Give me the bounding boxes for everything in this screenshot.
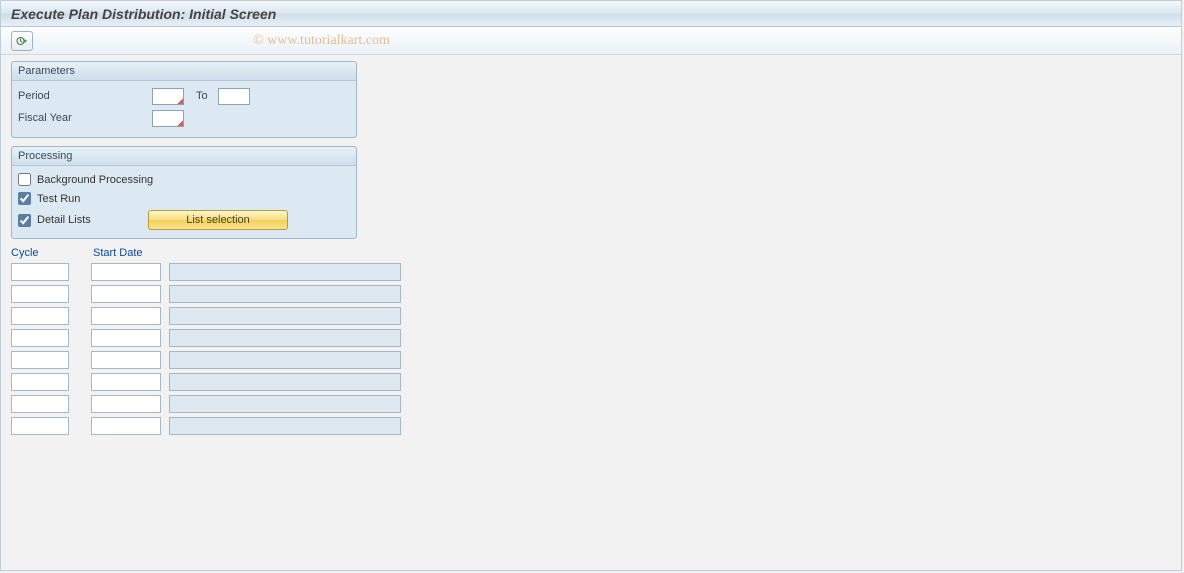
window: Execute Plan Distribution: Initial Scree… bbox=[0, 0, 1182, 571]
processing-header: Processing bbox=[12, 147, 356, 166]
table-header-row: Cycle Start Date bbox=[11, 247, 1171, 259]
period-to-label: To bbox=[196, 90, 208, 102]
cycle-input[interactable] bbox=[11, 351, 69, 369]
description-cell bbox=[169, 373, 401, 391]
clock-execute-icon bbox=[16, 35, 28, 47]
parameters-body: Period To Fiscal Year bbox=[12, 81, 356, 137]
start-date-input[interactable] bbox=[91, 373, 161, 391]
title-bar: Execute Plan Distribution: Initial Scree… bbox=[1, 1, 1181, 27]
table-row bbox=[11, 263, 1171, 281]
description-cell bbox=[169, 329, 401, 347]
start-date-input[interactable] bbox=[91, 263, 161, 281]
description-cell bbox=[169, 307, 401, 325]
table-row bbox=[11, 373, 1171, 391]
description-cell bbox=[169, 395, 401, 413]
content-area: Parameters Period To Fiscal Year Process… bbox=[1, 55, 1181, 445]
period-to-input[interactable] bbox=[218, 88, 250, 105]
start-date-input[interactable] bbox=[91, 395, 161, 413]
parameters-header: Parameters bbox=[12, 62, 356, 81]
detail-lists-checkbox[interactable] bbox=[18, 214, 31, 227]
description-cell bbox=[169, 351, 401, 369]
table-row bbox=[11, 329, 1171, 347]
cycle-input[interactable] bbox=[11, 395, 69, 413]
description-cell bbox=[169, 263, 401, 281]
period-from-input[interactable] bbox=[152, 88, 184, 105]
start-date-input[interactable] bbox=[91, 307, 161, 325]
background-processing-label: Background Processing bbox=[37, 174, 153, 186]
description-cell bbox=[169, 285, 401, 303]
page-title: Execute Plan Distribution: Initial Scree… bbox=[11, 6, 276, 22]
start-date-input[interactable] bbox=[91, 351, 161, 369]
col-header-start-date[interactable]: Start Date bbox=[93, 247, 163, 259]
parameters-group: Parameters Period To Fiscal Year bbox=[11, 61, 357, 138]
table-row bbox=[11, 417, 1171, 435]
cycle-input[interactable] bbox=[11, 263, 69, 281]
toolbar: © www.tutorialkart.com bbox=[1, 27, 1181, 55]
start-date-input[interactable] bbox=[91, 417, 161, 435]
cycle-input[interactable] bbox=[11, 285, 69, 303]
execute-button[interactable] bbox=[11, 31, 33, 51]
start-date-input[interactable] bbox=[91, 329, 161, 347]
cycle-input[interactable] bbox=[11, 417, 69, 435]
cycle-input[interactable] bbox=[11, 307, 69, 325]
detail-lists-label: Detail Lists bbox=[37, 214, 91, 226]
cycle-input[interactable] bbox=[11, 329, 69, 347]
list-selection-button[interactable]: List selection bbox=[148, 210, 288, 230]
processing-group: Processing Background Processing Test Ru… bbox=[11, 146, 357, 239]
test-run-label: Test Run bbox=[37, 193, 80, 205]
background-processing-checkbox[interactable] bbox=[18, 173, 31, 186]
fiscal-year-input[interactable] bbox=[152, 110, 184, 127]
fiscal-year-label: Fiscal Year bbox=[18, 112, 148, 124]
table-row bbox=[11, 395, 1171, 413]
table-row bbox=[11, 285, 1171, 303]
period-label: Period bbox=[18, 90, 148, 102]
test-run-checkbox[interactable] bbox=[18, 192, 31, 205]
table-row bbox=[11, 307, 1171, 325]
table-row bbox=[11, 351, 1171, 369]
description-cell bbox=[169, 417, 401, 435]
cycle-table: Cycle Start Date bbox=[11, 247, 1171, 435]
cycle-input[interactable] bbox=[11, 373, 69, 391]
start-date-input[interactable] bbox=[91, 285, 161, 303]
watermark: © www.tutorialkart.com bbox=[253, 33, 390, 49]
col-header-cycle[interactable]: Cycle bbox=[11, 247, 71, 259]
processing-body: Background Processing Test Run Detail Li… bbox=[12, 166, 356, 238]
